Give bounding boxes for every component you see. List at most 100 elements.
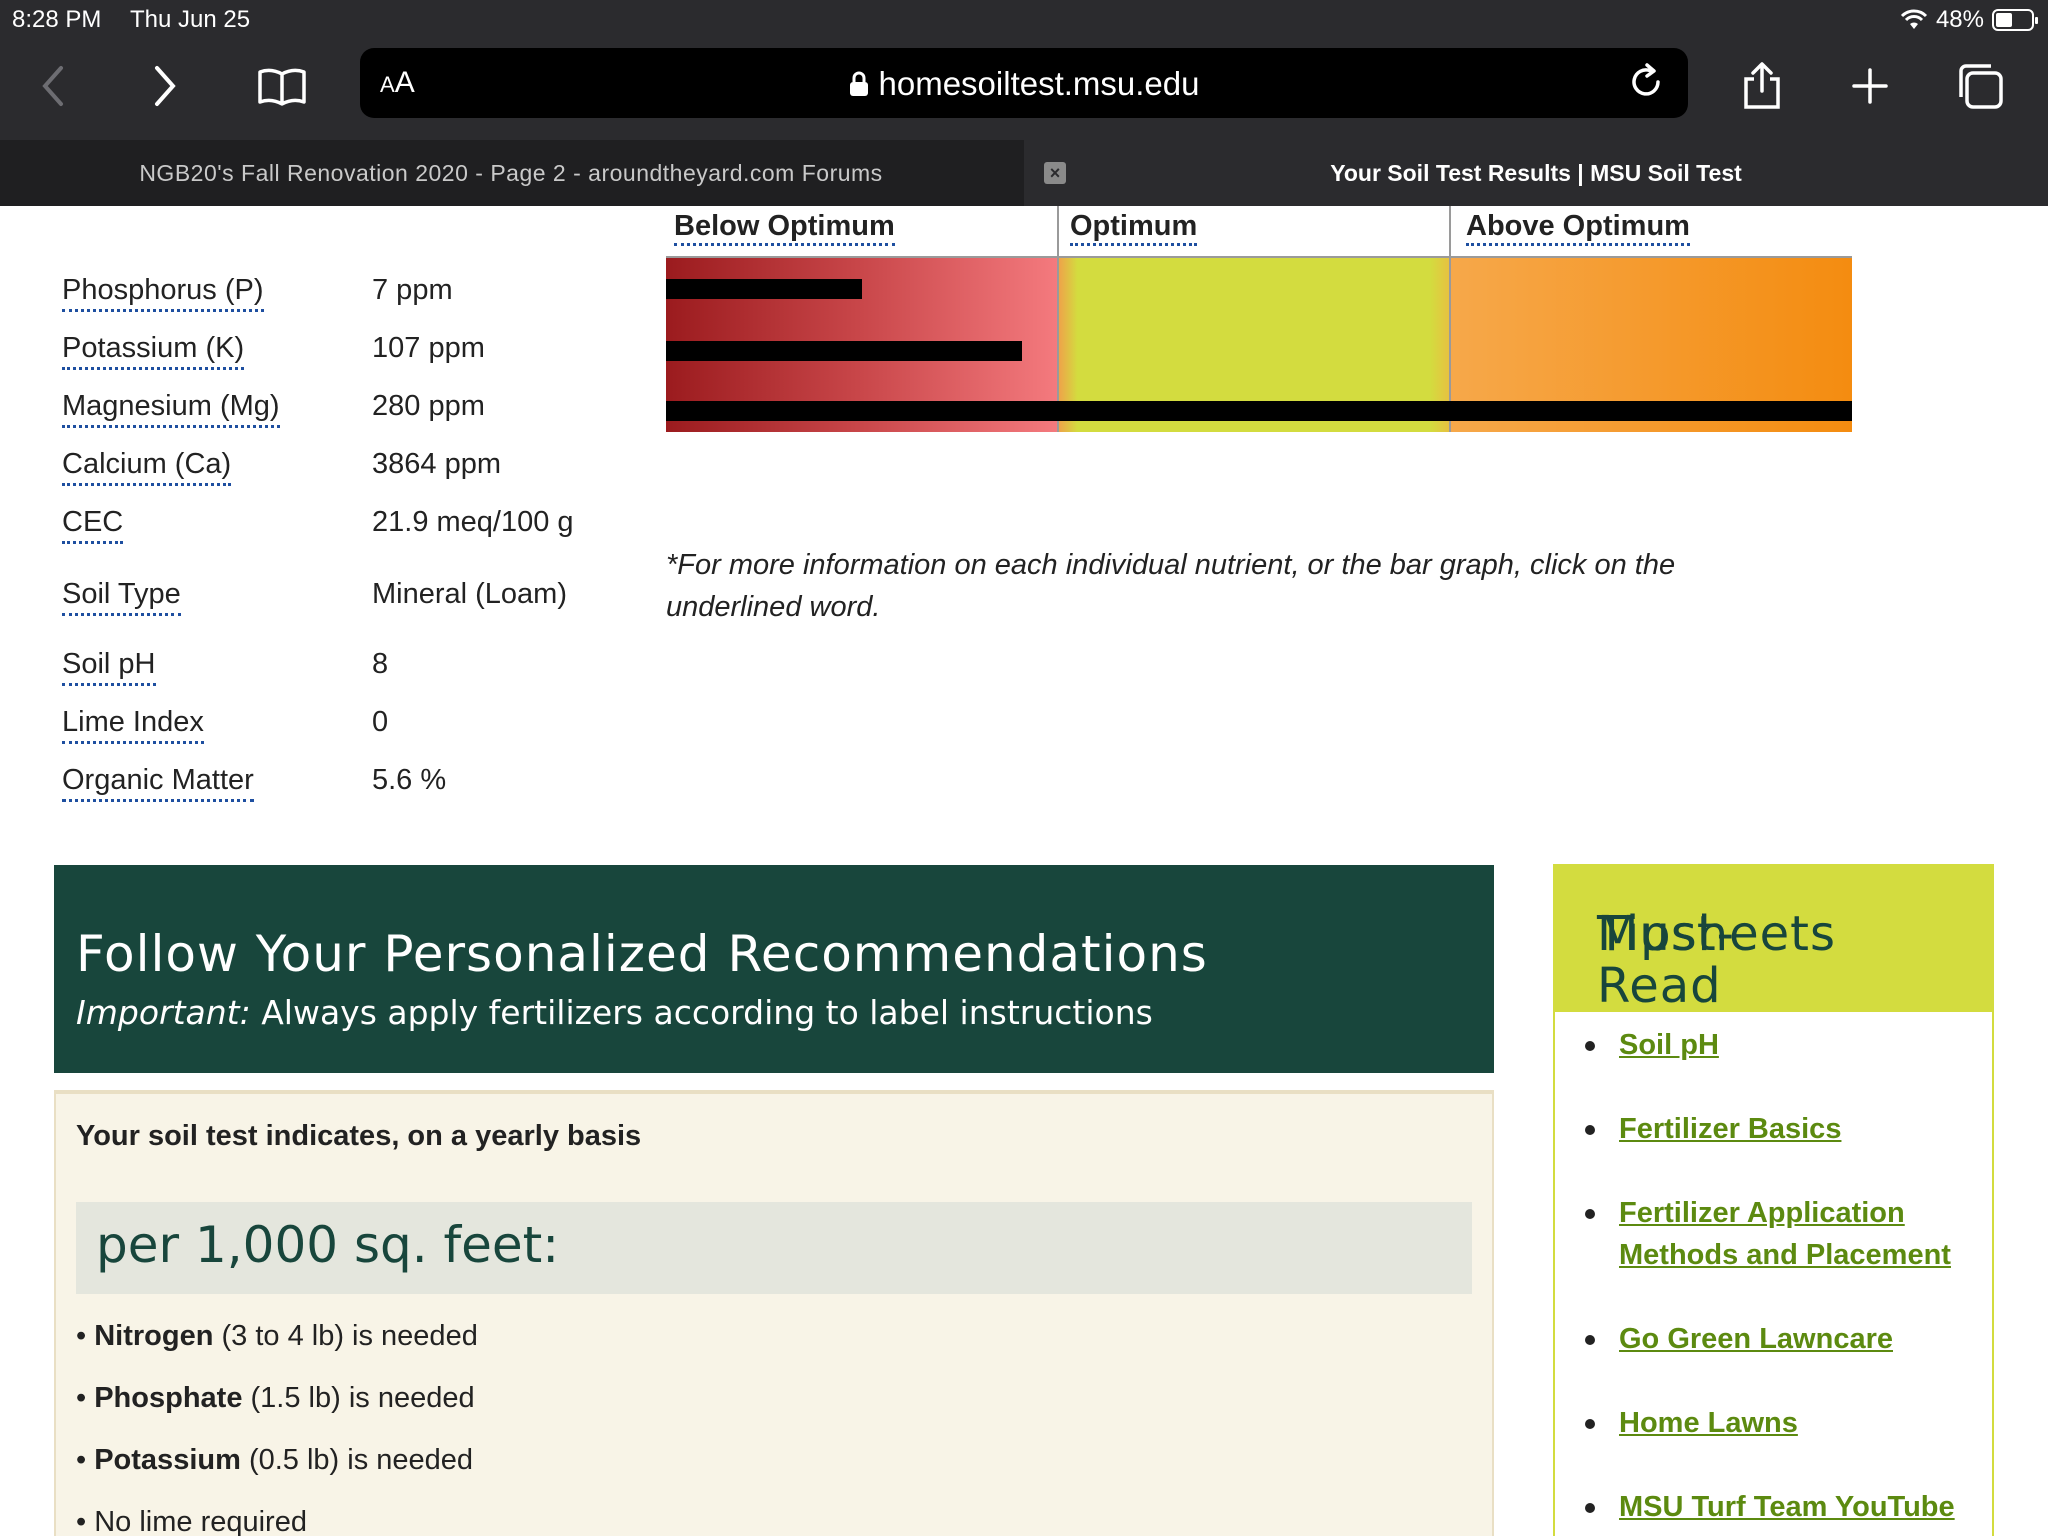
recommendations-title: Follow Your Personalized Recommendations — [76, 925, 1208, 983]
tipsheets-title-line2: Tipsheets — [1597, 906, 1836, 962]
tab-forum-title: NGB20's Fall Renovation 2020 - Page 2 - … — [139, 159, 883, 186]
browser-toolbar: AA homesoiltest.msu.edu — [0, 42, 2048, 140]
nutrient-bar-chart[interactable]: Below Optimum Optimum Above Optimum — [666, 206, 1856, 436]
tipsheets-panel: Must-Read Tipsheets Soil pH Fertilizer Ba… — [1553, 864, 1994, 1536]
list-item: • Phosphate (1.5 lb) is needed — [76, 1382, 475, 1414]
tab-strip: NGB20's Fall Renovation 2020 - Page 2 - … — [0, 140, 2048, 206]
nutrient-link-calcium[interactable]: Calcium (Ca) — [62, 448, 232, 486]
nutrient-value: 7 ppm — [372, 274, 453, 306]
tab-soil-test-title: Your Soil Test Results | MSU Soil Test — [1330, 159, 1742, 186]
nutrient-row: Soil Type Mineral (Loam) — [62, 578, 602, 628]
tipsheet-link-youtube[interactable]: MSU Turf Team YouTube — [1619, 1486, 1985, 1528]
recommendations-intro: Your soil test indicates, on a yearly ba… — [76, 1120, 642, 1152]
bullet-icon — [1585, 1335, 1595, 1345]
bullet-icon — [1585, 1041, 1595, 1051]
tipsheets-header: Must-Read Tipsheets — [1553, 864, 1994, 1012]
bar-potassium — [666, 341, 1022, 361]
nutrient-link-magnesium[interactable]: Magnesium (Mg) — [62, 390, 280, 428]
nutrient-value: 5.6 % — [372, 764, 447, 796]
nutrient-row: Magnesium (Mg) 280 ppm — [62, 390, 602, 440]
status-time: 8:28 PM — [12, 6, 102, 33]
important-label: Important: — [76, 993, 251, 1032]
close-tab-icon[interactable]: × — [1044, 162, 1066, 184]
bar-phosphorus — [666, 279, 862, 299]
tipsheet-link-go-green[interactable]: Go Green Lawncare — [1619, 1318, 1985, 1360]
nutrient-row: Organic Matter 5.6 % — [62, 764, 602, 814]
nutrient-value: 21.9 meq/100 g — [372, 506, 574, 538]
bookmarks-button[interactable] — [252, 56, 312, 116]
per-area-box: per 1,000 sq. feet: — [76, 1202, 1472, 1294]
reco-text: (0.5 lb) is needed — [240, 1444, 474, 1476]
nutrient-value: 107 ppm — [372, 332, 485, 364]
nutrient-row: Phosphorus (P) 7 ppm — [62, 274, 602, 324]
nutrient-row: Lime Index 0 — [62, 706, 602, 756]
bullet-icon — [1585, 1503, 1595, 1513]
nutrient-value: Mineral (Loam) — [372, 578, 567, 610]
battery-icon — [1992, 9, 2038, 31]
nutrient-value: 3864 ppm — [372, 448, 501, 480]
lock-icon — [849, 71, 868, 96]
nutrient-link-phosphorus[interactable]: Phosphorus (P) — [62, 274, 264, 312]
reco-text: (3 to 4 lb) is needed — [213, 1320, 478, 1352]
zone-divider — [1057, 206, 1059, 432]
reco-nutrient: Potassium — [94, 1444, 241, 1476]
zone-label-above[interactable]: Above Optimum — [1466, 210, 1690, 246]
list-item: • Nitrogen (3 to 4 lb) is needed — [76, 1320, 478, 1352]
zone-divider — [1449, 206, 1451, 432]
nutrient-link-soil-ph[interactable]: Soil pH — [62, 648, 156, 686]
status-date: Thu Jun 25 — [130, 6, 251, 33]
reco-text: (1.5 lb) is needed — [242, 1382, 475, 1414]
tipsheet-link-soil-ph[interactable]: Soil pH — [1619, 1024, 1985, 1066]
list-item: • Potassium (0.5 lb) is needed — [76, 1444, 474, 1476]
reload-button[interactable] — [1626, 62, 1666, 107]
status-bar: 8:28 PM Thu Jun 25 48% — [0, 0, 2048, 42]
plus-icon — [1852, 68, 1888, 104]
nutrient-link-organic-matter[interactable]: Organic Matter — [62, 764, 254, 802]
nutrient-link-cec[interactable]: CEC — [62, 506, 124, 544]
nutrient-value: 0 — [372, 706, 389, 738]
new-tab-button[interactable] — [1840, 56, 1900, 116]
tipsheet-link-fertilizer-basics[interactable]: Fertilizer Basics — [1619, 1108, 1985, 1150]
reco-text: No lime required — [94, 1506, 307, 1536]
share-icon — [1744, 62, 1780, 109]
tabs-overview-button[interactable] — [1950, 56, 2010, 116]
reco-nutrient: Phosphate — [94, 1382, 243, 1414]
book-icon — [258, 68, 306, 106]
nutrient-row: Calcium (Ca) 3864 ppm — [62, 448, 602, 498]
url-display[interactable]: homesoiltest.msu.edu — [360, 65, 1688, 103]
tipsheet-link-fertilizer-application[interactable]: Fertilizer Application Methods and Place… — [1619, 1192, 1985, 1276]
tab-forum[interactable]: NGB20's Fall Renovation 2020 - Page 2 - … — [0, 140, 1022, 206]
per-area-label: per 1,000 sq. feet: — [96, 1216, 560, 1274]
battery-percent: 48% — [1935, 6, 1984, 33]
page-content: Phosphorus (P) 7 ppm Potassium (K) 107 p… — [0, 206, 2048, 1536]
battery-fill — [1996, 13, 2012, 27]
tipsheet-link-home-lawns[interactable]: Home Lawns — [1619, 1402, 1985, 1444]
nutrient-value: 280 ppm — [372, 390, 485, 422]
nutrient-row: Potassium (K) 107 ppm — [62, 332, 602, 382]
zone-label-optimum[interactable]: Optimum — [1070, 210, 1198, 246]
bullet-icon — [1585, 1209, 1595, 1219]
share-button[interactable] — [1732, 56, 1792, 116]
nutrient-link-soil-type[interactable]: Soil Type — [62, 578, 181, 616]
status-right: 48% — [1900, 6, 2038, 34]
reco-nutrient: Nitrogen — [94, 1320, 214, 1352]
tab-soil-test[interactable]: Your Soil Test Results | MSU Soil Test — [1024, 140, 2048, 206]
nutrient-link-potassium[interactable]: Potassium (K) — [62, 332, 245, 370]
bullet-icon — [1585, 1419, 1595, 1429]
back-button[interactable] — [24, 56, 84, 116]
nutrient-value: 8 — [372, 648, 389, 680]
wifi-icon — [1900, 9, 1928, 29]
chevron-right-icon — [155, 66, 176, 106]
important-text: Always apply fertilizers according to la… — [250, 993, 1153, 1032]
zone-label-below[interactable]: Below Optimum — [674, 210, 895, 246]
address-bar[interactable]: AA homesoiltest.msu.edu — [360, 48, 1688, 118]
bullet-icon — [1585, 1125, 1595, 1135]
nutrient-row: CEC 21.9 meq/100 g — [62, 506, 602, 556]
chart-footnote: *For more information on each individual… — [666, 549, 1676, 623]
nutrient-link-lime-index[interactable]: Lime Index — [62, 706, 204, 744]
nutrient-row: Soil pH 8 — [62, 648, 602, 698]
forward-button[interactable] — [134, 56, 194, 116]
chevron-left-icon — [42, 66, 63, 106]
recommendations-subtitle: Important: Always apply fertilizers acco… — [76, 993, 1153, 1032]
recommendations-header: Follow Your Personalized Recommendations… — [54, 865, 1494, 1073]
